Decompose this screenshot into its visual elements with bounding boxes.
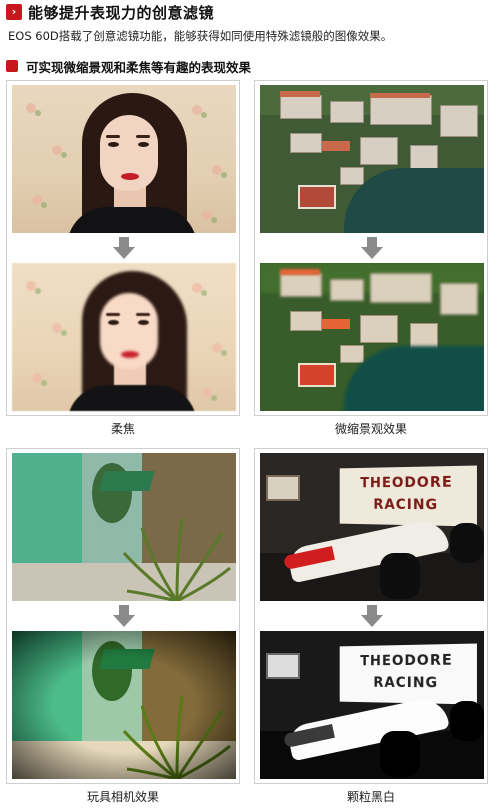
portrait-original-image <box>12 85 236 233</box>
city-miniature-image <box>260 263 484 411</box>
banner-line2: RACING <box>373 496 439 514</box>
page-title: 能够提升表现力的创意滤镜 <box>28 3 215 22</box>
red-square-bullet-icon <box>6 60 18 72</box>
card-toy-camera <box>6 448 240 784</box>
portrait-soft-focus-image <box>12 263 236 411</box>
page-header: › 能够提升表现力的创意滤镜 <box>6 2 214 22</box>
caption-toy-camera: 玩具相机效果 <box>86 790 159 804</box>
racecar-grainy-bw-image: THEODORE RACING <box>260 631 484 779</box>
racecar-original-image: THEODORE RACING <box>260 453 484 601</box>
section-header: 可实现微缩景观和柔焦等有趣的表现效果 <box>6 58 252 75</box>
down-arrow-icon <box>361 605 383 627</box>
down-arrow-icon <box>113 237 135 259</box>
alley-toy-camera-image <box>12 631 236 779</box>
alley-original-image <box>12 453 236 601</box>
city-original-image <box>260 85 484 233</box>
caption-grainy-bw: 颗粒黑白 <box>346 790 395 804</box>
card-soft-focus <box>6 80 240 416</box>
caption-soft-focus: 柔焦 <box>110 422 135 436</box>
section-heading: 可实现微缩景观和柔焦等有趣的表现效果 <box>26 59 252 75</box>
banner-line1: THEODORE <box>360 652 453 670</box>
banner-line2: RACING <box>373 674 439 692</box>
down-arrow-icon <box>113 605 135 627</box>
card-grainy-bw: THEODORE RACING THEODORE RACING <box>254 448 488 784</box>
banner-line1: THEODORE <box>360 474 453 492</box>
chevron-right-icon: › <box>6 4 22 20</box>
card-miniature <box>254 80 488 416</box>
down-arrow-icon <box>361 237 383 259</box>
intro-text: EOS 60D搭载了创意滤镜功能，能够获得如同使用特殊滤镜般的图像效果。 <box>8 29 393 43</box>
caption-miniature: 微缩景观效果 <box>334 422 407 436</box>
